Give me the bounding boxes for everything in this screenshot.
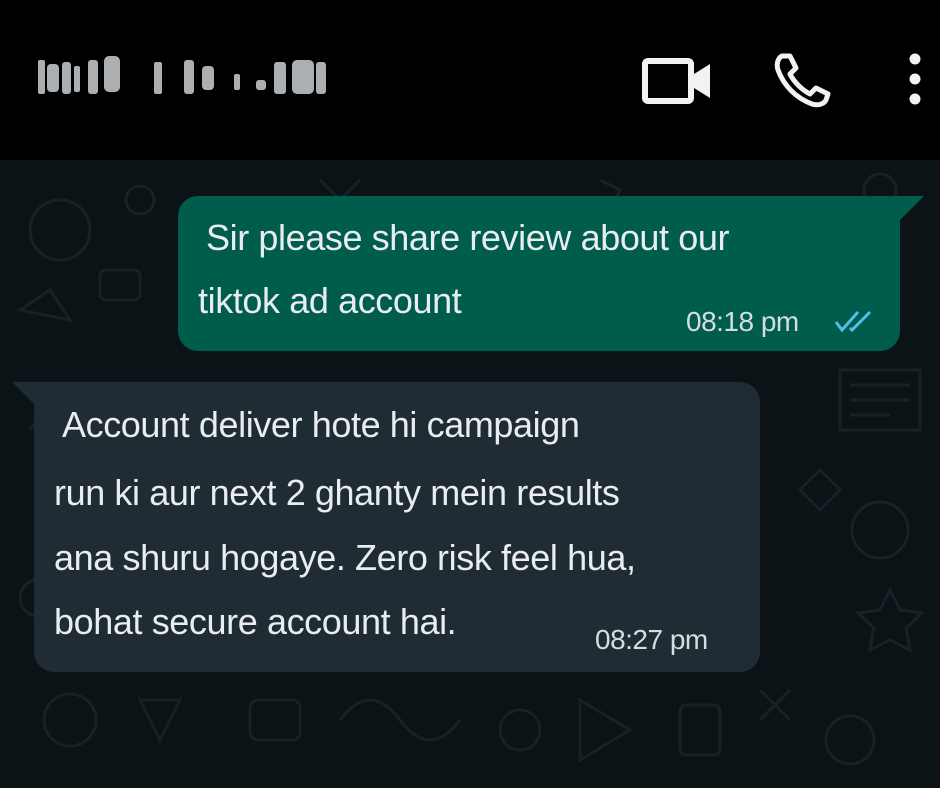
blurred-name-graphic [38,56,326,94]
outgoing-message-bubble[interactable]: Sir please share review about our tiktok… [178,196,924,351]
chat-header [0,0,940,160]
bubble-tail [898,196,924,222]
video-call-button[interactable] [640,48,714,110]
incoming-message-bubble[interactable]: Account deliver hote hi campaign run ki … [12,382,760,672]
voice-call-icon [774,53,831,108]
message-text-line: bohat secure account hai. [54,601,457,642]
chat-messages-area[interactable]: Sir please share review about our tiktok… [0,160,940,788]
more-options-button[interactable] [898,48,932,110]
more-options-icon [909,53,921,105]
video-call-icon [642,58,710,104]
message-text-line: run ki aur next 2 ghanty mein results [54,472,620,513]
voice-call-button[interactable] [772,48,834,110]
message-text-line: Sir please share review about our [206,217,730,258]
message-timestamp: 08:27 pm [595,624,708,655]
bubble-tail [12,382,36,406]
message-text-line: Account deliver hote hi campaign [62,404,580,445]
double-check-icon [834,310,872,333]
contact-name-obscured[interactable] [34,52,424,104]
message-text-line: tiktok ad account [198,280,462,321]
message-timestamp: 08:18 pm [686,306,799,337]
message-text-line: ana shuru hogaye. Zero risk feel hua, [54,537,636,578]
